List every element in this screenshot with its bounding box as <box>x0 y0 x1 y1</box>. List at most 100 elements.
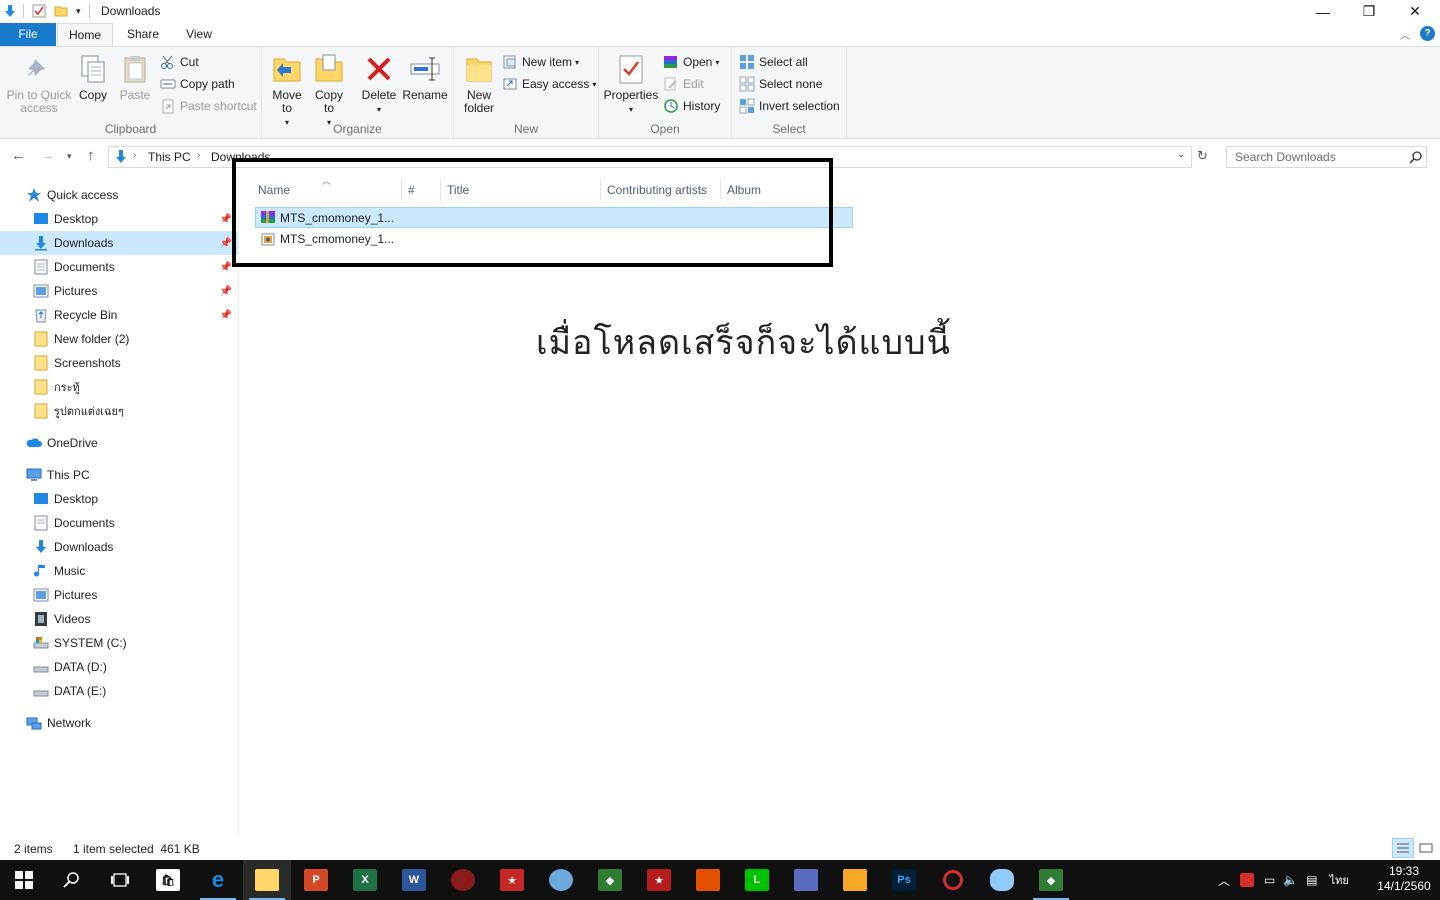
collapse-ribbon-icon[interactable]: ︿ <box>1400 27 1410 42</box>
tab-home[interactable]: Home <box>57 23 113 46</box>
taskbar-app-box[interactable] <box>782 860 830 900</box>
sidebar-item-pictures[interactable]: Pictures 📌 <box>0 279 238 303</box>
copy-to-button[interactable]: Copy to ▾ <box>310 53 348 129</box>
forward-arrow-icon[interactable]: → <box>40 147 55 164</box>
sidebar-item-pc-pictures[interactable]: Pictures <box>0 583 238 607</box>
delete-button[interactable]: Delete ▾ <box>360 53 398 116</box>
invert-selection-button[interactable]: Invert selection <box>739 96 840 116</box>
close-button[interactable]: ✕ <box>1392 0 1438 23</box>
new-folder-button[interactable]: New folder <box>460 53 498 115</box>
network-tray-icon[interactable]: ▭ <box>1264 873 1275 887</box>
clock[interactable]: 19:33 14/1/2560 <box>1374 864 1434 894</box>
action-center-icon[interactable]: ▤ <box>1306 873 1317 887</box>
qa-dropdown-icon[interactable]: ▾ <box>76 6 81 17</box>
file-explorer-icon <box>255 869 279 891</box>
input-language[interactable]: ไทย <box>1330 871 1349 889</box>
properties-qa-icon[interactable] <box>32 4 46 18</box>
paste-button[interactable]: Paste <box>118 53 152 102</box>
taskbar-app-cloud[interactable] <box>978 860 1026 900</box>
refresh-icon[interactable]: ↻ <box>1197 148 1208 164</box>
breadcrumb-this-pc[interactable]: This PC <box>148 150 191 164</box>
sidebar-item-thai-folder-1[interactable]: กระทู้ <box>0 375 238 399</box>
taskbar-excel[interactable]: X <box>341 860 389 900</box>
tab-view[interactable]: View <box>174 23 224 46</box>
sidebar-item-drive-c[interactable]: SYSTEM (C:) <box>0 631 238 655</box>
download-arrow-icon[interactable] <box>3 4 17 18</box>
open-button[interactable]: Open ▾ <box>663 52 719 72</box>
sidebar-item-pc-downloads[interactable]: Downloads <box>0 535 238 559</box>
search-input[interactable]: Search Downloads <box>1226 146 1427 168</box>
taskbar-app-game[interactable] <box>831 860 879 900</box>
taskbar-powerpoint[interactable]: P <box>292 860 340 900</box>
details-view-icon[interactable] <box>1392 838 1414 858</box>
rename-button[interactable]: Rename <box>402 53 448 102</box>
minimize-button[interactable]: — <box>1300 0 1346 23</box>
taskbar-paint[interactable] <box>537 860 585 900</box>
sidebar-item-recycle-bin[interactable]: Recycle Bin 📌 <box>0 303 238 327</box>
sidebar-item-videos[interactable]: Videos <box>0 607 238 631</box>
large-icons-view-icon[interactable] <box>1418 840 1434 856</box>
sidebar-item-pc-desktop[interactable]: Desktop <box>0 487 238 511</box>
tray-overflow-icon[interactable]: ︿ <box>1216 872 1232 889</box>
new-folder-qa-icon[interactable] <box>54 4 68 18</box>
start-button[interactable] <box>0 860 48 900</box>
taskbar-file-explorer[interactable] <box>243 860 291 900</box>
select-none-button[interactable]: Select none <box>739 74 822 94</box>
cut-button[interactable]: Cut <box>160 52 199 72</box>
copy-button[interactable]: Copy <box>76 53 110 102</box>
taskbar-edge[interactable]: e <box>194 860 242 900</box>
move-to-button[interactable]: Move to ▾ <box>268 53 306 129</box>
taskbar-photoshop[interactable]: Ps <box>880 860 928 900</box>
history-button[interactable]: History <box>663 96 720 116</box>
easy-access-button[interactable]: Easy access ▾ <box>502 74 596 94</box>
sidebar-item-music[interactable]: Music <box>0 559 238 583</box>
tab-file[interactable]: File <box>0 23 56 46</box>
taskbar-app-star-2[interactable]: ★ <box>635 860 683 900</box>
taskbar-sims-1[interactable]: ◆ <box>586 860 634 900</box>
taskbar-line[interactable]: L <box>733 860 781 900</box>
sidebar-item-drive-e[interactable]: DATA (E:) <box>0 679 238 703</box>
up-arrow-icon[interactable]: ↑ <box>87 147 95 164</box>
paste-shortcut-button[interactable]: Paste shortcut <box>160 96 257 116</box>
sidebar-item-new-folder-2[interactable]: New folder (2) <box>0 327 238 351</box>
copy-path-button[interactable]: Copy path <box>160 74 235 94</box>
new-item-button[interactable]: New item ▾ <box>502 52 579 72</box>
edit-button[interactable]: Edit <box>663 74 704 94</box>
sidebar-item-downloads[interactable]: Downloads 📌 <box>0 231 238 255</box>
tray-app-icon[interactable] <box>1240 873 1254 887</box>
properties-button[interactable]: Properties ▾ <box>603 53 659 116</box>
tab-share[interactable]: Share <box>118 23 168 46</box>
taskbar-sims-2[interactable]: ◆ <box>1027 860 1075 900</box>
pin-quick-access-button[interactable]: Pin to Quick access <box>4 53 74 115</box>
volume-muted-icon[interactable]: 🔈 <box>1283 873 1298 887</box>
taskbar-app-star[interactable]: ★ <box>488 860 536 900</box>
sidebar-item-desktop[interactable]: Desktop 📌 <box>0 207 238 231</box>
address-dropdown-icon[interactable]: ⌄ <box>1177 149 1185 160</box>
sidebar-item-screenshots[interactable]: Screenshots <box>0 351 238 375</box>
select-all-button[interactable]: Select all <box>739 52 808 72</box>
search-icon[interactable] <box>1409 150 1423 164</box>
sidebar-network[interactable]: Network <box>0 711 238 735</box>
sidebar-quick-access[interactable]: Quick access <box>0 183 238 207</box>
taskbar-app-red[interactable] <box>439 860 487 900</box>
sidebar-item-pc-documents[interactable]: Documents <box>0 511 238 535</box>
sidebar-item-thai-folder-2[interactable]: รูปตกแต่งเฉยๆ <box>0 399 238 423</box>
sidebar-this-pc[interactable]: This PC <box>0 463 238 487</box>
sidebar-item-documents[interactable]: Documents 📌 <box>0 255 238 279</box>
move-to-label: Move to <box>272 88 302 115</box>
taskbar-app-circle[interactable] <box>929 860 977 900</box>
search-button[interactable] <box>48 860 96 900</box>
maximize-button[interactable]: ❐ <box>1346 0 1392 23</box>
word-icon: W <box>402 869 426 891</box>
music-note-icon <box>34 565 45 577</box>
sidebar-item-drive-d[interactable]: DATA (D:) <box>0 655 238 679</box>
task-view-button[interactable] <box>96 860 144 900</box>
taskbar-word[interactable]: W <box>390 860 438 900</box>
taskbar-app-orange[interactable] <box>684 860 732 900</box>
sidebar-onedrive[interactable]: OneDrive <box>0 431 238 455</box>
help-icon[interactable]: ? <box>1420 26 1435 41</box>
windows-logo-icon <box>15 871 33 889</box>
taskbar-store[interactable]: 🛍 <box>144 860 192 900</box>
back-arrow-icon[interactable]: ← <box>11 147 26 164</box>
recent-locations-icon[interactable]: ▾ <box>67 151 72 162</box>
